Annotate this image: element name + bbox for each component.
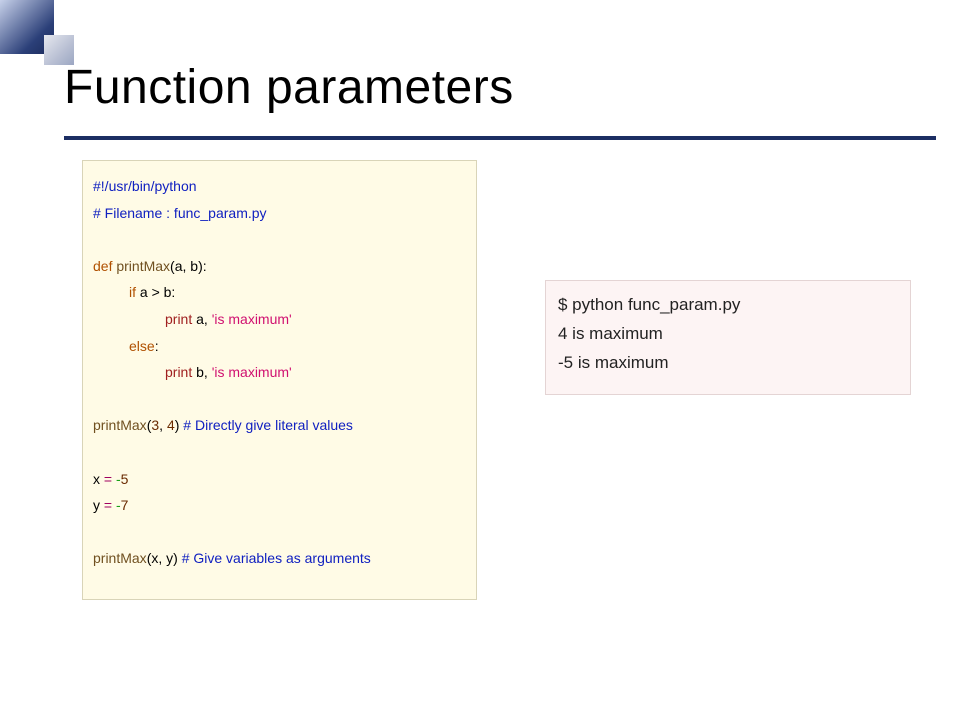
output-line-2: 4 is maximum — [558, 320, 898, 349]
call2-line: printMax(x, y) # Give variables as argum… — [93, 545, 466, 572]
y-val: 7 — [121, 497, 129, 513]
output-box: $ python func_param.py 4 is maximum -5 i… — [545, 280, 911, 395]
output-line-1: $ python func_param.py — [558, 291, 898, 320]
x-eq: = — [100, 471, 116, 487]
call1-arg1: 3 — [151, 417, 159, 433]
else-keyword: else — [129, 338, 155, 354]
x-assign-line: x = -5 — [93, 466, 466, 493]
if-line: if a > b: — [93, 279, 466, 306]
x-val: 5 — [121, 471, 129, 487]
print-keyword-2: print — [165, 364, 192, 380]
source-code-box: #!/usr/bin/python # Filename : func_para… — [82, 160, 477, 600]
blank-line-4 — [93, 519, 466, 546]
x-var: x — [93, 471, 100, 487]
print-keyword: print — [165, 311, 192, 327]
string-is-maximum: 'is maximum' — [212, 311, 292, 327]
y-eq: = — [100, 497, 116, 513]
call2-comma: , — [158, 550, 166, 566]
print-b-arg: b, — [192, 364, 211, 380]
param-b: b — [190, 258, 198, 274]
blank-line-2 — [93, 386, 466, 413]
blank-line — [93, 226, 466, 253]
print-a-arg: a, — [192, 311, 211, 327]
call1-func: printMax — [93, 417, 147, 433]
filename-comment: # Filename : func_param.py — [93, 205, 267, 221]
title-underline — [64, 136, 936, 140]
def-line: def printMax(a, b): — [93, 253, 466, 280]
string-is-maximum-2: 'is maximum' — [212, 364, 292, 380]
param-a: a — [175, 258, 183, 274]
call1-comment: # Directly give literal values — [179, 417, 353, 433]
slide: Function parameters #!/usr/bin/python # … — [0, 0, 960, 720]
call1-line: printMax(3, 4) # Directly give literal v… — [93, 412, 466, 439]
call2-func: printMax — [93, 550, 147, 566]
def-keyword: def — [93, 258, 112, 274]
print-b-line: print b, 'is maximum' — [93, 359, 466, 386]
call2-comment: # Give variables as arguments — [178, 550, 371, 566]
y-var: y — [93, 497, 100, 513]
y-assign-line: y = -7 — [93, 492, 466, 519]
print-a-line: print a, 'is maximum' — [93, 306, 466, 333]
call1-arg2: 4 — [167, 417, 175, 433]
func-name: printMax — [116, 258, 170, 274]
blank-line-3 — [93, 439, 466, 466]
if-keyword: if — [129, 284, 136, 300]
output-line-3: -5 is maximum — [558, 349, 898, 378]
slide-title: Function parameters — [64, 60, 514, 115]
paren-close-colon: ): — [198, 258, 207, 274]
else-line: else: — [93, 333, 466, 360]
else-colon: : — [155, 338, 159, 354]
shebang-line: #!/usr/bin/python — [93, 178, 197, 194]
if-condition: a > b: — [136, 284, 175, 300]
call1-comma: , — [159, 417, 167, 433]
